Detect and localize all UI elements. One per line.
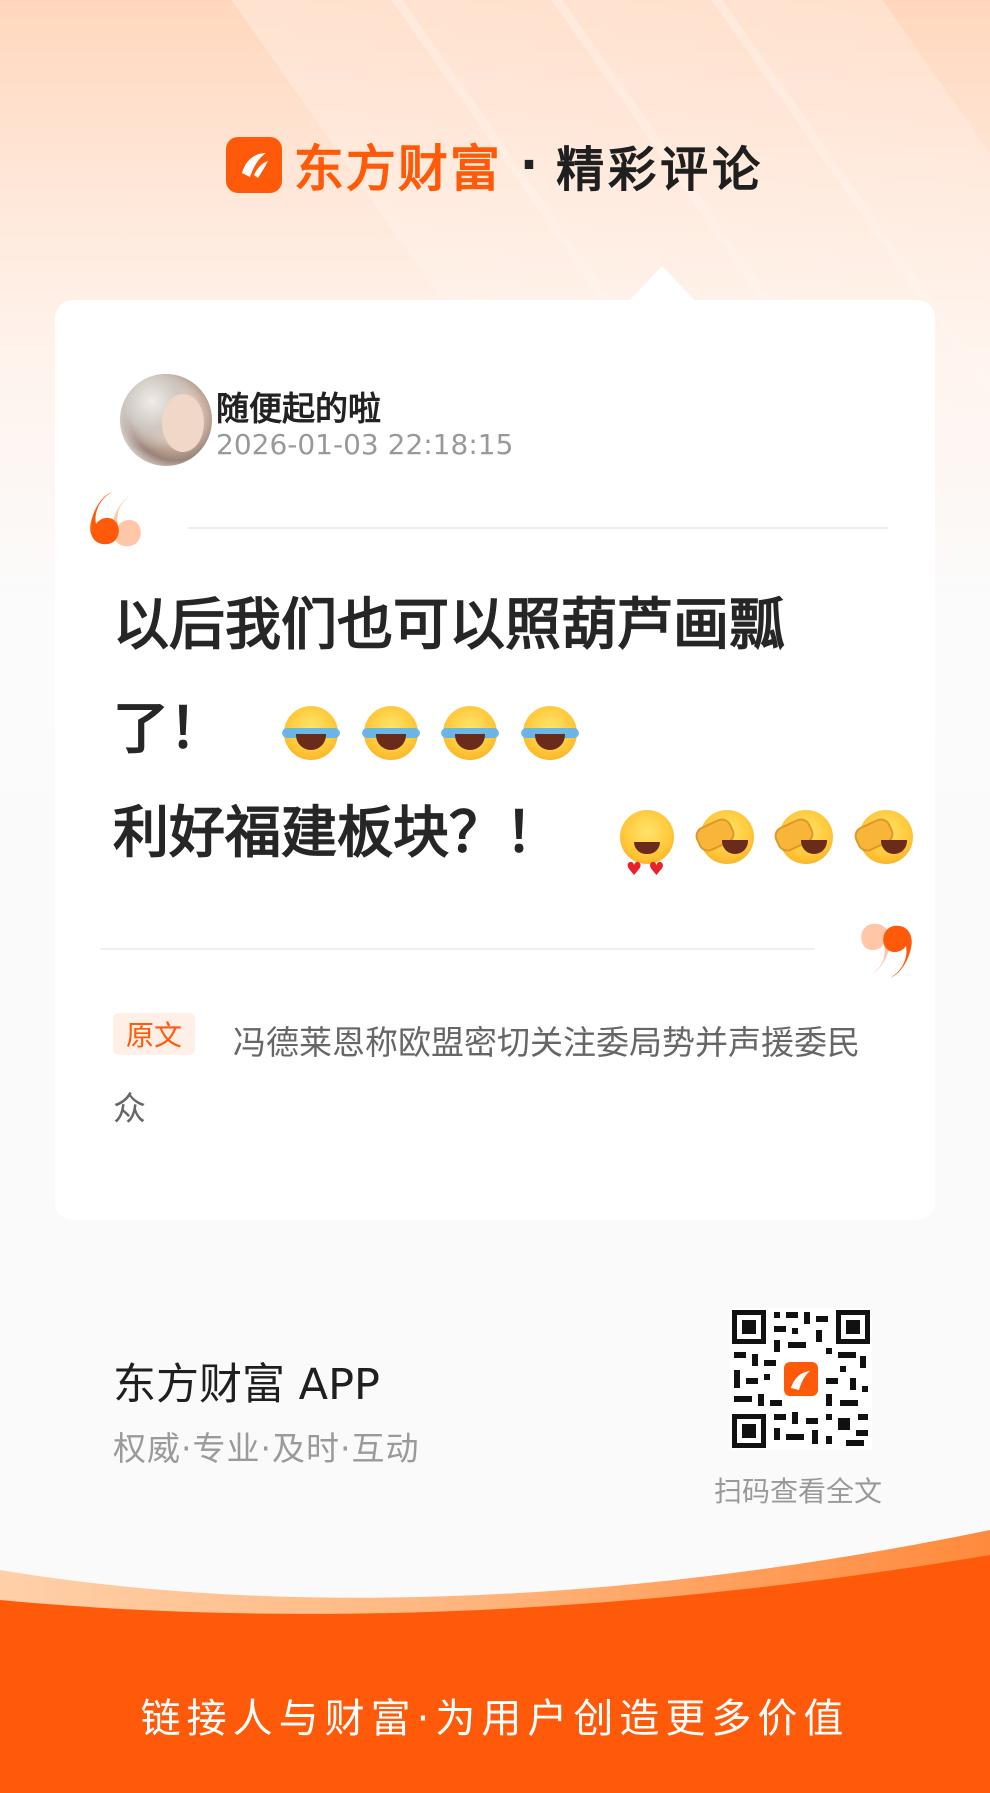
tears-of-joy-emoji-icon [282, 705, 340, 760]
app-name: 东方财富 APP [113, 1360, 380, 1410]
qr-code-icon [730, 1308, 872, 1450]
card-notch [628, 266, 696, 302]
divider-top [188, 527, 888, 529]
username[interactable]: 随便起的啦 [216, 382, 381, 430]
footer-slogan: 链接人与财富·为用户创造更多价值 [140, 1696, 850, 1742]
comment-body: 以后我们也可以照葫芦画瓢 了！ 利好福建板块？！ [113, 574, 913, 922]
app-slogan: 权威·专业·及时·互动 [113, 1429, 420, 1468]
divider-bottom [100, 948, 815, 950]
page-title: 精彩评论 [556, 142, 765, 198]
heart-eyes-emoji-icon [620, 809, 674, 922]
brand-name: 东方财富 [293, 140, 502, 198]
avatar-face [162, 394, 204, 452]
qr-code[interactable] [730, 1308, 872, 1450]
comment-line: 以后我们也可以照葫芦画瓢 [113, 574, 893, 678]
tears-of-joy-emoji-icon [520, 705, 579, 760]
comment-line: 了！ [113, 678, 893, 782]
comment-text-2: 了！ [113, 697, 225, 762]
eastmoney-logo-icon [225, 137, 282, 193]
crying-emoji-icon [779, 809, 833, 864]
comment-text-1: 以后我们也可以照葫芦画瓢 [113, 593, 785, 658]
crying-emoji-icon [699, 809, 754, 864]
page-header: 东方财富 · 精彩评论 [0, 135, 990, 198]
open-quote-icon [90, 486, 162, 556]
tears-of-joy-emoji-icon [441, 705, 499, 760]
tears-of-joy-emoji-icon [361, 705, 420, 760]
comment-line: 利好福建板块？！ [113, 782, 913, 922]
avatar[interactable] [120, 374, 212, 466]
qr-caption: 扫码查看全文 [714, 1475, 883, 1508]
comment-text-3: 利好福建板块？！ [113, 801, 561, 866]
original-article-link[interactable]: 冯德莱恩称欧盟密切关注委局势并声援委民众 [113, 1010, 873, 1142]
footer-background [0, 1530, 990, 1793]
crying-emoji-icon [858, 809, 913, 864]
close-quote-icon [840, 918, 912, 988]
comment-timestamp: 2026-01-03 22:18:15 [216, 428, 514, 461]
header-separator: · [519, 137, 539, 193]
